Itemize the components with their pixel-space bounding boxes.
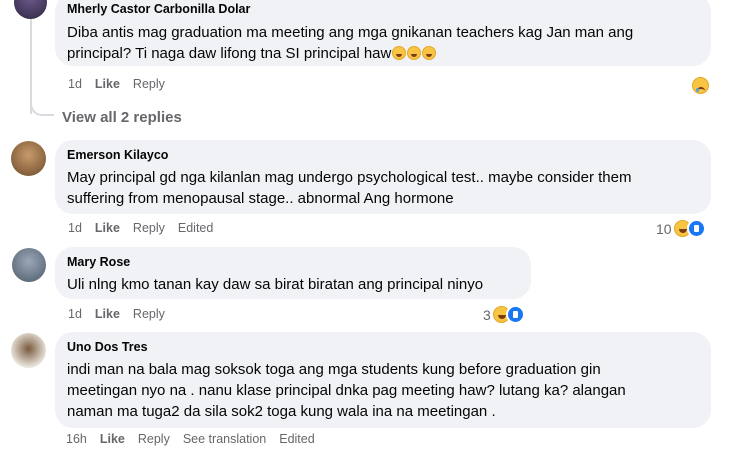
reply-button[interactable]: Reply xyxy=(133,77,165,91)
comment-time[interactable]: 1d xyxy=(68,77,82,91)
avatar[interactable] xyxy=(11,141,46,176)
laughing-emoji-icon xyxy=(392,46,407,60)
reply-button[interactable]: Reply xyxy=(133,307,165,321)
comment-text-line: meetingan nyo na . nanu klase principal … xyxy=(67,382,626,399)
avatar[interactable] xyxy=(12,248,46,282)
reply-button[interactable]: Reply xyxy=(138,432,170,446)
comment-text-line: principal? Ti naga daw lifong tna SI pri… xyxy=(67,43,699,64)
comment-bubble: Emerson Kilayco May principal gd nga kil… xyxy=(55,140,711,214)
like-reaction-icon xyxy=(686,219,706,238)
laughing-emoji-icon xyxy=(422,46,437,60)
avatar[interactable] xyxy=(11,333,46,368)
like-button[interactable]: Like xyxy=(95,307,120,321)
view-replies-link[interactable]: View all 2 replies xyxy=(62,109,182,126)
reaction-count: 3 xyxy=(483,306,491,323)
comment-bubble: Uno Dos Tres indi man na bala mag soksok… xyxy=(55,332,711,428)
reaction-summary[interactable]: 10 xyxy=(656,219,706,238)
comment-author[interactable]: Mary Rose xyxy=(67,254,519,270)
comment-author[interactable]: Emerson Kilayco xyxy=(67,147,699,163)
laughing-emoji-icon xyxy=(407,46,422,60)
reply-button[interactable]: Reply xyxy=(133,221,165,235)
like-button[interactable]: Like xyxy=(95,77,120,91)
comment-actions: 1d Like Reply Edited xyxy=(68,221,213,235)
like-reaction-icon xyxy=(505,305,525,324)
reaction-summary[interactable]: 3 xyxy=(483,305,525,324)
like-button[interactable]: Like xyxy=(100,432,125,446)
comment-time[interactable]: 1d xyxy=(68,307,82,321)
comment-bubble: Mherly Castor Carbonilla Dolar Diba anti… xyxy=(55,0,711,66)
sad-reaction-icon xyxy=(692,77,709,94)
comment-text-line: Diba antis mag graduation ma meeting ang… xyxy=(67,24,634,41)
comment-text-line: indi man na bala mag soksok toga ang mga… xyxy=(67,361,601,378)
comment-time[interactable]: 16h xyxy=(66,432,87,446)
see-translation-link[interactable]: See translation xyxy=(183,432,266,446)
comment-actions: 16h Like Reply See translation Edited xyxy=(66,432,315,446)
thread-line-branch xyxy=(30,98,54,116)
comment-author[interactable]: Mherly Castor Carbonilla Dolar xyxy=(67,1,699,17)
comment-actions: 1d Like Reply xyxy=(68,307,165,321)
reaction-summary[interactable] xyxy=(692,77,709,94)
comment-text-line: May principal gd nga kilanlan mag underg… xyxy=(67,169,632,186)
comment-text-line: naman ma tuga2 da sila sok2 toga kung wa… xyxy=(67,403,496,420)
comment-time[interactable]: 1d xyxy=(68,221,82,235)
comment-bubble: Mary Rose Uli nlng kmo tanan kay daw sa … xyxy=(55,247,531,299)
avatar[interactable] xyxy=(14,0,47,19)
edited-label: Edited xyxy=(279,432,315,446)
comment-actions: 1d Like Reply xyxy=(68,77,165,91)
comment-author[interactable]: Uno Dos Tres xyxy=(67,339,699,355)
edited-label: Edited xyxy=(177,221,214,235)
like-button[interactable]: Like xyxy=(95,221,120,235)
comment-text-line: suffering from menopausal stage.. abnorm… xyxy=(67,190,454,207)
reaction-count: 10 xyxy=(656,220,672,237)
comment-text-line: Uli nlng kmo tanan kay daw sa birat bira… xyxy=(67,276,484,293)
